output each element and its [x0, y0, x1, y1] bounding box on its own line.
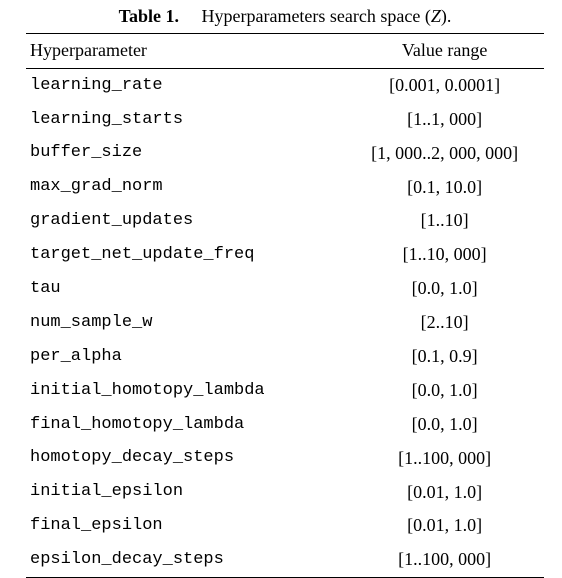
- param-name: buffer_size: [26, 137, 345, 171]
- param-range: [1..10, 000]: [345, 238, 544, 272]
- param-range: [1..10]: [345, 204, 544, 238]
- param-name: initial_epsilon: [26, 476, 345, 510]
- param-range: [2..10]: [345, 306, 544, 340]
- caption-text-before: Hyperparameters search space (: [201, 6, 430, 26]
- page: Table 1. Hyperparameters search space (Z…: [0, 0, 562, 512]
- param-name: tau: [26, 272, 345, 306]
- param-range: [0.01, 1.0]: [345, 509, 544, 543]
- table-body: learning_rate [0.001, 0.0001] learning_s…: [26, 68, 544, 577]
- header-hyperparameter: Hyperparameter: [26, 34, 345, 69]
- param-name: final_epsilon: [26, 509, 345, 543]
- param-range: [0.1, 10.0]: [345, 171, 544, 205]
- param-name: max_grad_norm: [26, 171, 345, 205]
- table-header-row: Hyperparameter Value range: [26, 34, 544, 69]
- table-row: initial_epsilon [0.01, 1.0]: [26, 476, 544, 510]
- header-value-range: Value range: [345, 34, 544, 69]
- hyperparameter-table: Hyperparameter Value range learning_rate…: [26, 33, 544, 578]
- param-range: [0.0, 1.0]: [345, 374, 544, 408]
- param-name: learning_starts: [26, 103, 345, 137]
- param-range: [0.0, 1.0]: [345, 272, 544, 306]
- param-range: [0.001, 0.0001]: [345, 68, 544, 102]
- table-row: final_epsilon [0.01, 1.0]: [26, 509, 544, 543]
- param-range: [0.0, 1.0]: [345, 408, 544, 442]
- table-row: tau [0.0, 1.0]: [26, 272, 544, 306]
- table-row: num_sample_w [2..10]: [26, 306, 544, 340]
- table-row: learning_rate [0.001, 0.0001]: [26, 68, 544, 102]
- param-range: [0.01, 1.0]: [345, 476, 544, 510]
- param-name: homotopy_decay_steps: [26, 442, 345, 476]
- caption-text-after: ).: [441, 6, 452, 26]
- param-range: [0.1, 0.9]: [345, 340, 544, 374]
- table-row: initial_homotopy_lambda [0.0, 1.0]: [26, 374, 544, 408]
- param-name: initial_homotopy_lambda: [26, 374, 345, 408]
- param-name: learning_rate: [26, 68, 345, 102]
- param-range: [1..100, 000]: [345, 543, 544, 577]
- table-row: epsilon_decay_steps [1..100, 000]: [26, 543, 544, 577]
- table-row: gradient_updates [1..10]: [26, 204, 544, 238]
- table-row: buffer_size [1, 000..2, 000, 000]: [26, 137, 544, 171]
- table-row: max_grad_norm [0.1, 10.0]: [26, 171, 544, 205]
- param-name: gradient_updates: [26, 204, 345, 238]
- param-range: [1, 000..2, 000, 000]: [345, 137, 544, 171]
- caption-gap: [183, 6, 197, 26]
- param-range: [1..100, 000]: [345, 442, 544, 476]
- table-row: per_alpha [0.1, 0.9]: [26, 340, 544, 374]
- param-name: num_sample_w: [26, 306, 345, 340]
- table-caption: Table 1. Hyperparameters search space (Z…: [26, 6, 544, 27]
- table-row: target_net_update_freq [1..10, 000]: [26, 238, 544, 272]
- param-name: final_homotopy_lambda: [26, 408, 345, 442]
- caption-var: Z: [431, 6, 441, 26]
- param-name: target_net_update_freq: [26, 238, 345, 272]
- param-range: [1..1, 000]: [345, 103, 544, 137]
- table-row: final_homotopy_lambda [0.0, 1.0]: [26, 408, 544, 442]
- param-name: epsilon_decay_steps: [26, 543, 345, 577]
- param-name: per_alpha: [26, 340, 345, 374]
- table-row: learning_starts [1..1, 000]: [26, 103, 544, 137]
- table-row: homotopy_decay_steps [1..100, 000]: [26, 442, 544, 476]
- table-label: Table 1.: [119, 6, 179, 26]
